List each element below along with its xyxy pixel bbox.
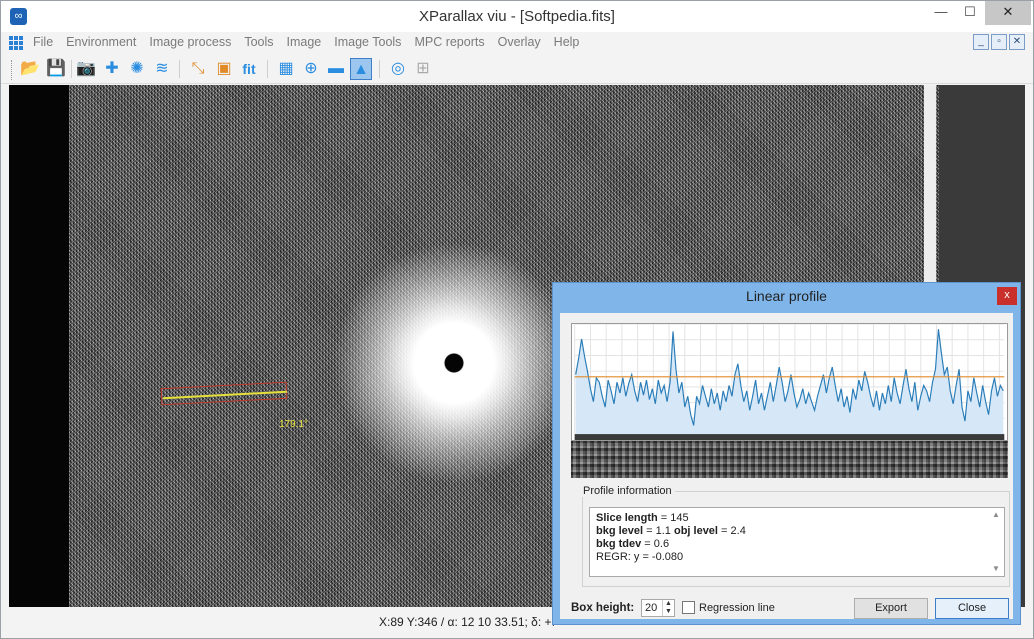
toolbar-separator [379, 60, 380, 78]
info-line-slice-length: Slice length = 145 [596, 512, 689, 524]
dialog-footer: Box height: 20 ▲ ▼ Regression line Export… [571, 598, 1011, 620]
linear-profile-icon[interactable]: ▲ [350, 58, 372, 80]
fit-icon[interactable]: fit [238, 58, 260, 80]
regression-line-checkbox[interactable] [682, 601, 695, 614]
close-window-button[interactable]: ✕ [985, 1, 1031, 25]
box-height-label: Box height: [571, 602, 635, 614]
zoom-out-icon[interactable]: ▣ [213, 58, 235, 80]
toolbar-separator [267, 60, 268, 78]
info-line-regr: REGR: y = -0.080 [596, 551, 684, 563]
app-menu-grid-icon[interactable] [9, 36, 23, 50]
slice-angle-label: 179.1° [279, 419, 309, 430]
toolbar-grip[interactable] [11, 60, 14, 80]
close-button[interactable]: Close [935, 598, 1009, 619]
menu-mpc-reports[interactable]: MPC reports [414, 35, 484, 49]
box-height-stepper[interactable]: 20 ▲ ▼ [641, 599, 675, 617]
star-field-icon[interactable]: ✺ [126, 58, 148, 80]
window-title: XParallax viu - [Softpedia.fits] [419, 8, 615, 25]
menu-file[interactable]: File [33, 35, 53, 49]
menu-image-tools[interactable]: Image Tools [334, 35, 401, 49]
toolbar-separator [179, 60, 180, 78]
minimize-button[interactable]: — [927, 1, 955, 25]
mdi-restore-button[interactable]: ▫ [991, 34, 1007, 50]
menu-items: File Environment Image process Tools Ima… [33, 35, 592, 49]
menu-image[interactable]: Image [287, 35, 322, 49]
mdi-controls: _ ▫ ✕ [971, 34, 1025, 50]
menu-bar: File Environment Image process Tools Ima… [1, 32, 1033, 54]
menu-environment[interactable]: Environment [66, 35, 136, 49]
box-height-value[interactable]: 20 [645, 602, 657, 614]
save-icon[interactable]: 💾 [45, 58, 67, 80]
scroll-up-icon[interactable]: ▲ [989, 509, 1003, 521]
export-button[interactable]: Export [854, 598, 928, 619]
folder-open-icon[interactable]: 📂 [19, 58, 41, 80]
info-line-tdev: bkg tdev = 0.6 [596, 538, 670, 550]
histogram-icon[interactable]: ▦ [275, 58, 297, 80]
crosshair-icon[interactable]: ✚ [101, 58, 123, 80]
dialog-body: Profile information Slice length = 145 b… [560, 313, 1013, 619]
maximize-button[interactable]: ☐ [956, 1, 984, 25]
menu-help[interactable]: Help [554, 35, 580, 49]
camera-icon[interactable]: 📷 [75, 58, 97, 80]
target-icon[interactable]: ⊕ [300, 58, 322, 80]
ruler-icon[interactable]: ▬ [325, 58, 347, 80]
slice-preview-strip [571, 441, 1008, 478]
menu-tools[interactable]: Tools [244, 35, 273, 49]
profile-chart [571, 323, 1008, 441]
cursor-coordinates: X:89 Y:346 / α: 12 10 33.51; δ: +39 [379, 615, 554, 629]
info-line-levels: bkg level = 1.1 obj level = 2.4 [596, 525, 746, 537]
dialog-close-icon[interactable]: x [997, 287, 1017, 305]
image-left-edge [9, 85, 69, 607]
mdi-close-button[interactable]: ✕ [1009, 34, 1025, 50]
chart-baseline [574, 434, 1005, 440]
dialog-title: Linear profile [746, 288, 827, 304]
add-layer-icon[interactable]: ⊞ [412, 58, 434, 80]
menu-overlay[interactable]: Overlay [498, 35, 541, 49]
blink-icon[interactable]: ≋ [151, 58, 173, 80]
orbit-icon[interactable]: ◎ [387, 58, 409, 80]
mdi-minimize-button[interactable]: _ [973, 34, 989, 50]
menu-image-process[interactable]: Image process [149, 35, 231, 49]
linear-profile-dialog: Linear profile x Profile information Sli… [552, 282, 1021, 625]
toolbar: 📂 💾 📷 ✚ ✺ ≋ ⤡ ▣ fit ▦ ⊕ ▬ ▲ ◎ ⊞ [1, 55, 1033, 84]
profile-info-label: Profile information [580, 485, 675, 497]
app-window: ∞ XParallax viu - [Softpedia.fits] — ☐ ✕… [0, 0, 1034, 639]
toolbar-separator [71, 60, 72, 78]
info-scrollbar[interactable]: ▲ ▼ [989, 509, 1003, 575]
stepper-arrows-icon[interactable]: ▲ ▼ [662, 600, 674, 616]
zoom-in-icon[interactable]: ⤡ [187, 58, 209, 80]
scroll-down-icon[interactable]: ▼ [989, 563, 1003, 575]
profile-info-text[interactable]: Slice length = 145 bkg level = 1.1 obj l… [589, 507, 1005, 577]
regression-line-label[interactable]: Regression line [699, 602, 775, 614]
title-bar: ∞ XParallax viu - [Softpedia.fits] — ☐ ✕ [1, 1, 1033, 32]
